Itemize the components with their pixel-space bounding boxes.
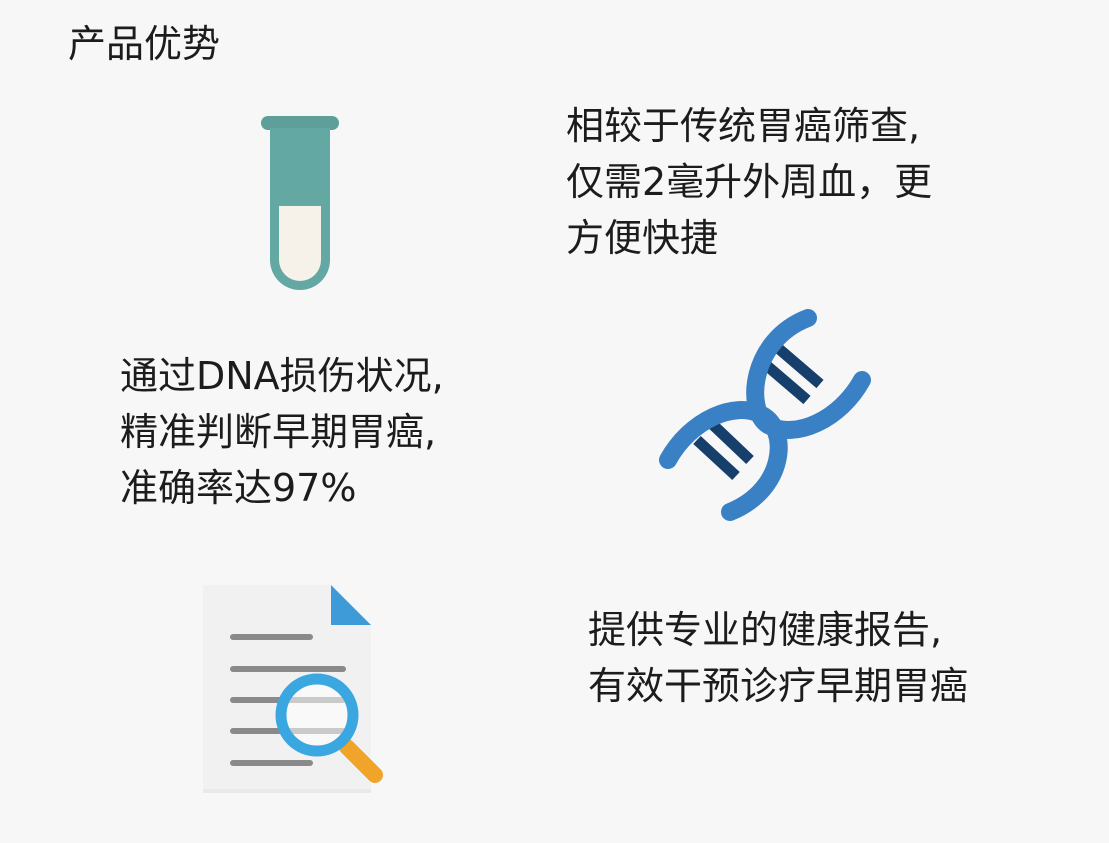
- test-tube-icon: [255, 110, 345, 305]
- feature-line: 精准判断早期胃癌,: [120, 410, 437, 454]
- feature-text-convenience: 相较于传统胃癌筛查, 仅需2毫升外周血，更 方便快捷: [566, 98, 932, 266]
- page-title: 产品优势: [68, 22, 221, 66]
- feature-line: 仅需2毫升外周血，更: [566, 160, 933, 204]
- feature-text-accuracy: 通过DNA损伤状况, 精准判断早期胃癌, 准确率达97%: [120, 348, 444, 516]
- feature-line: 有效干预诊疗早期胃癌: [588, 664, 969, 708]
- feature-line: 方便快捷: [566, 216, 719, 260]
- feature-text-report: 提供专业的健康报告, 有效干预诊疗早期胃癌: [588, 602, 968, 714]
- feature-line: 准确率达97%: [120, 466, 357, 510]
- feature-line: 提供专业的健康报告,: [588, 608, 943, 652]
- report-search-icon: [195, 575, 395, 800]
- feature-line: 通过DNA损伤状况,: [120, 354, 444, 398]
- feature-line: 相较于传统胃癌筛查,: [566, 104, 921, 148]
- dna-icon: [650, 300, 880, 530]
